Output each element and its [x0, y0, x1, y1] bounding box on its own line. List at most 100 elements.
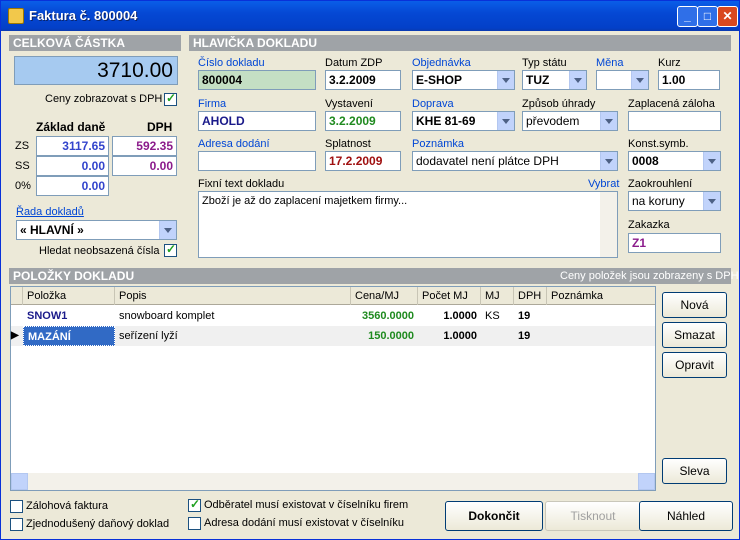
- smazat-button[interactable]: Smazat: [662, 322, 727, 348]
- col-poznamka[interactable]: Poznámka: [547, 287, 655, 305]
- scroll-left-button[interactable]: [11, 473, 28, 490]
- hlavicka-header: HLAVIČKA DOKLADU: [189, 35, 731, 51]
- zpusob-label: Způsob úhrady: [522, 98, 596, 110]
- konst-value: 0008: [632, 154, 659, 168]
- zakazka-label: Zakazka: [628, 219, 670, 231]
- table-row[interactable]: SNOW1 snowboard komplet 3560.0000 1.0000…: [11, 306, 655, 326]
- kurz-label: Kurz: [658, 57, 681, 69]
- poznamka-select[interactable]: dodavatel není plátce DPH: [412, 151, 618, 171]
- maximize-button[interactable]: □: [697, 6, 718, 27]
- cell-pocet: 1.0000: [443, 330, 477, 342]
- table-row[interactable]: ▶ MAZÁNÍ seřízení lyží 150.0000 1.0000 1…: [11, 326, 655, 346]
- poznamka-label: Poznámka: [412, 138, 464, 150]
- hledat-label: Hledat neobsazená čísla: [39, 245, 160, 257]
- row-pointer-icon: ▶: [11, 330, 19, 341]
- col-pocet[interactable]: Počet MJ: [418, 287, 481, 305]
- konst-label: Konst.symb.: [628, 138, 689, 150]
- zaloha-field[interactable]: [628, 111, 721, 131]
- fixni-label: Fixní text dokladu: [198, 178, 285, 190]
- vybrat-link[interactable]: Vybrat: [588, 178, 619, 190]
- chevron-down-icon: [703, 192, 720, 210]
- opravit-button[interactable]: Opravit: [662, 352, 727, 378]
- fixni-textarea[interactable]: Zboží je až do zaplacení majetkem firmy.…: [198, 191, 618, 258]
- objednavka-value: E-SHOP: [416, 73, 463, 87]
- chevron-down-icon: [497, 71, 514, 89]
- odberatel-label: Odběratel musí existovat v číselníku fir…: [204, 499, 409, 511]
- cell-cena: 3560.0000: [362, 310, 414, 322]
- adresa-label: Adresa dodání: [198, 138, 270, 150]
- adresa-exist-checkbox[interactable]: [188, 517, 201, 530]
- hledat-checkbox[interactable]: [164, 242, 177, 257]
- scroll-right-button[interactable]: [638, 473, 655, 490]
- cell-dph: 19: [518, 310, 531, 322]
- zakazka-field[interactable]: Z1: [628, 233, 721, 253]
- adresa-field[interactable]: [198, 151, 316, 171]
- ss-label: SS: [15, 160, 30, 172]
- col-mj[interactable]: MJ: [481, 287, 514, 305]
- datum-label: Datum ZDP: [325, 57, 383, 69]
- minimize-button[interactable]: _: [677, 6, 698, 27]
- doprava-select[interactable]: KHE 81-69: [412, 111, 515, 131]
- total-amount: 3710.00: [14, 56, 178, 85]
- konst-select[interactable]: 0008: [628, 151, 721, 171]
- ceny-dph-checkbox[interactable]: [164, 91, 177, 106]
- nahled-button[interactable]: Náhled: [639, 501, 733, 531]
- grid-hscrollbar[interactable]: [11, 473, 655, 490]
- datum-field[interactable]: 3.2.2009: [325, 70, 401, 90]
- col-popis[interactable]: Popis: [115, 287, 351, 305]
- ss-zaklad: 0.00: [36, 156, 109, 176]
- mena-select[interactable]: [596, 70, 649, 90]
- dph-header: DPH: [147, 120, 173, 134]
- zaokrouhleni-select[interactable]: na koruny: [628, 191, 721, 211]
- cell-polozka: MAZÁNÍ: [23, 326, 115, 346]
- zpusob-value: převodem: [526, 114, 580, 128]
- typ-select[interactable]: TUZ: [522, 70, 587, 90]
- vystaveni-field[interactable]: 3.2.2009: [325, 111, 401, 131]
- splatnost-label: Splatnost: [325, 138, 371, 150]
- chevron-down-icon: [703, 152, 720, 170]
- polozky-note: Ceny položek jsou zobrazeny s DPH: [560, 270, 739, 282]
- nova-button[interactable]: Nová: [662, 292, 727, 318]
- grid-header: Položka Popis Cena/MJ Počet MJ MJ DPH % …: [11, 287, 655, 305]
- mena-label: Měna: [596, 57, 624, 69]
- objednavka-select[interactable]: E-SHOP: [412, 70, 515, 90]
- chevron-down-icon: [497, 112, 514, 130]
- cislo-label: Číslo dokladu: [198, 57, 265, 69]
- col-cena[interactable]: Cena/MJ: [351, 287, 418, 305]
- zjednoduseny-checkbox[interactable]: [10, 518, 23, 531]
- zero-zaklad: 0.00: [36, 176, 109, 196]
- rada-label: Řada dokladů: [16, 206, 84, 218]
- cell-popis: snowboard komplet: [119, 310, 215, 322]
- rada-select[interactable]: « HLAVNÍ »: [16, 220, 177, 240]
- celkova-header: CELKOVÁ ČÁSTKA: [9, 35, 181, 51]
- chevron-down-icon: [600, 152, 617, 170]
- dokoncit-button[interactable]: Dokončit: [445, 501, 543, 531]
- zs-dph: 592.35: [112, 136, 177, 156]
- kurz-field[interactable]: 1.00: [658, 70, 720, 90]
- chevron-down-icon: [569, 71, 586, 89]
- ceny-dph-label: Ceny zobrazovat s DPH: [45, 93, 163, 105]
- objednavka-label: Objednávka: [412, 57, 471, 69]
- typ-label: Typ státu: [522, 57, 567, 69]
- cell-cena: 150.0000: [368, 330, 414, 342]
- cislo-field[interactable]: 800004: [198, 70, 316, 90]
- vystaveni-label: Vystavení: [325, 98, 373, 110]
- zalohova-checkbox[interactable]: [10, 500, 23, 513]
- title-bar: Faktura č. 800004 _ □ ✕: [1, 1, 739, 31]
- zaklad-header: Základ daně: [36, 120, 106, 134]
- splatnost-field[interactable]: 17.2.2009: [325, 151, 401, 171]
- close-button[interactable]: ✕: [717, 6, 738, 27]
- sleva-button[interactable]: Sleva: [662, 458, 727, 484]
- col-polozka[interactable]: Položka: [23, 287, 115, 305]
- cell-popis: seřízení lyží: [119, 330, 178, 342]
- tisknout-button[interactable]: Tisknout: [545, 501, 641, 531]
- col-dph[interactable]: DPH %: [514, 287, 547, 305]
- zpusob-select[interactable]: převodem: [522, 111, 618, 131]
- firma-field[interactable]: AHOLD: [198, 111, 316, 131]
- odberatel-checkbox[interactable]: [188, 497, 201, 512]
- typ-value: TUZ: [526, 73, 550, 87]
- poznamka-value: dodavatel není plátce DPH: [416, 154, 559, 168]
- fixni-scrollbar[interactable]: [600, 192, 617, 257]
- chevron-down-icon: [600, 112, 617, 130]
- items-grid: Položka Popis Cena/MJ Počet MJ MJ DPH % …: [10, 286, 656, 491]
